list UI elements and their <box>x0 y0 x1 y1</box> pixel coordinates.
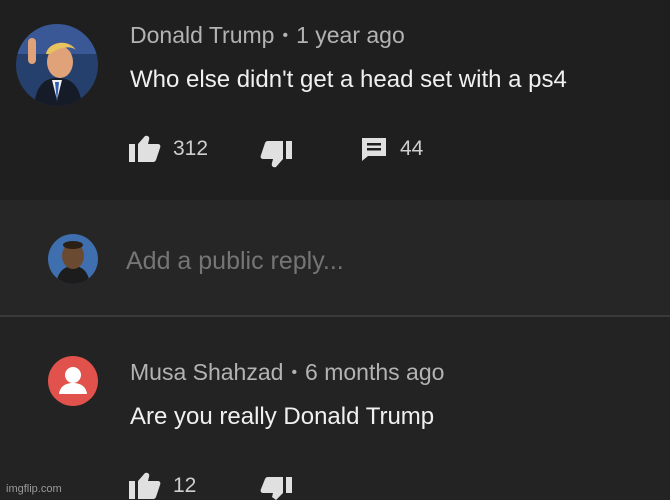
comment-time[interactable]: 1 year ago <box>296 22 405 48</box>
public-reply-input[interactable] <box>126 244 626 278</box>
reply-count: 44 <box>400 137 424 160</box>
thumbs-down-icon <box>260 140 292 168</box>
watermark: imgflip.com <box>6 483 62 495</box>
meta-separator: • <box>291 364 298 381</box>
reply-dislike-button[interactable] <box>260 476 292 500</box>
comment-text: Who else didn't get a head set with a ps… <box>130 66 567 93</box>
comment-icon <box>360 136 388 162</box>
meta-separator: • <box>282 27 289 44</box>
replies-button[interactable]: 44 <box>360 136 423 162</box>
reply-like-count: 12 <box>173 474 197 497</box>
reply-author[interactable]: Musa Shahzad <box>130 359 283 385</box>
reply-time[interactable]: 6 months ago <box>305 359 444 385</box>
thumbs-up-icon <box>129 472 161 500</box>
comment-author[interactable]: Donald Trump <box>130 22 274 48</box>
thumbs-down-icon <box>260 476 292 500</box>
user-avatar[interactable] <box>48 234 98 284</box>
like-button[interactable]: 312 <box>129 135 208 163</box>
reply-author-avatar[interactable] <box>48 356 98 406</box>
dislike-button[interactable] <box>260 140 292 168</box>
reply-meta: Musa Shahzad • 6 months ago <box>130 359 444 386</box>
reply-text: Are you really Donald Trump <box>130 403 435 430</box>
reply-like-button[interactable]: 12 <box>129 472 196 500</box>
commenter-avatar[interactable] <box>16 24 98 106</box>
divider <box>0 315 670 317</box>
comment-meta: Donald Trump • 1 year ago <box>130 22 405 49</box>
like-count: 312 <box>173 137 209 160</box>
thumbs-up-icon <box>129 135 161 163</box>
